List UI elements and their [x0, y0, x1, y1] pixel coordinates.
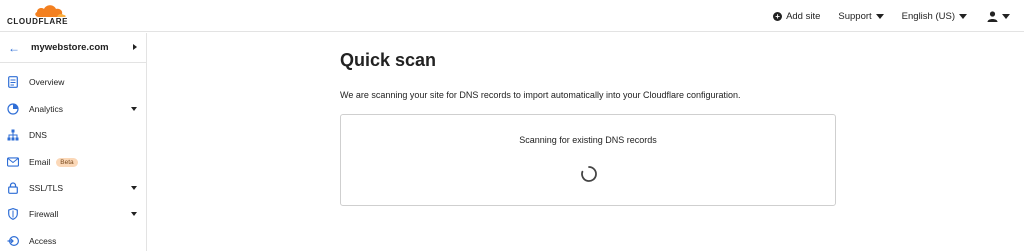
chevron-down-icon [131, 186, 137, 190]
add-site-label: Add site [786, 10, 821, 22]
sidebar-item-firewall[interactable]: Firewall [0, 203, 146, 225]
back-arrow-icon[interactable]: ← [8, 41, 20, 55]
page-title: Quick scan [340, 50, 437, 70]
sidebar: ← mywebstore.com Overview Analytics DNS … [0, 33, 147, 251]
chevron-right-icon[interactable] [133, 44, 137, 50]
page-description: We are scanning your site for DNS record… [340, 90, 741, 100]
user-icon [987, 10, 998, 22]
support-label: Support [838, 10, 872, 22]
top-bar: CLOUDFLARE + Add site Support English (U… [0, 0, 1024, 32]
beta-badge: Beta [56, 157, 78, 167]
language-menu[interactable]: English (US) [902, 11, 967, 22]
network-icon [7, 129, 19, 141]
chevron-down-icon [131, 212, 137, 216]
logo-text: CLOUDFLARE [7, 17, 69, 26]
sidebar-item-label: Email [29, 157, 51, 167]
cloudflare-logo[interactable]: CLOUDFLARE [7, 3, 69, 29]
sidebar-item-overview[interactable]: Overview [0, 71, 146, 93]
add-site-button[interactable]: + Add site [773, 11, 820, 22]
document-icon [7, 76, 19, 88]
email-icon [7, 156, 19, 168]
access-icon [7, 235, 19, 247]
language-label: English (US) [901, 10, 955, 22]
chevron-down-icon [131, 107, 137, 111]
sidebar-item-label: Overview [29, 77, 65, 87]
sidebar-item-label: Firewall [29, 209, 59, 219]
main-content: Quick scan We are scanning your site for… [340, 50, 836, 206]
scan-status-text: Scanning for existing DNS records [519, 135, 657, 145]
chevron-down-icon [875, 13, 884, 19]
sidebar-item-label: DNS [29, 130, 47, 140]
sidebar-item-access[interactable]: Access [0, 230, 146, 251]
site-selector[interactable]: ← mywebstore.com [0, 33, 146, 63]
support-menu[interactable]: Support [838, 10, 884, 22]
top-actions: + Add site Support English (US) [755, 0, 1010, 32]
site-name: mywebstore.com [31, 42, 109, 53]
sidebar-item-label: Access [29, 236, 57, 246]
sidebar-item-label: Analytics [29, 104, 64, 114]
plus-circle-icon: + [773, 11, 783, 21]
pie-chart-icon [7, 103, 19, 115]
loading-spinner-icon [581, 166, 597, 182]
sidebar-item-ssl-tls[interactable]: SSL/TLS [0, 177, 146, 199]
shield-icon [7, 208, 19, 220]
chevron-down-icon [959, 13, 967, 19]
sidebar-item-analytics[interactable]: Analytics [0, 98, 146, 120]
scan-status-card: Scanning for existing DNS records [340, 114, 836, 206]
sidebar-item-label: SSL/TLS [29, 183, 64, 193]
user-menu[interactable] [987, 10, 1010, 22]
lock-icon [7, 182, 19, 194]
chevron-down-icon [1002, 13, 1010, 19]
sidebar-item-email[interactable]: Email Beta [0, 151, 146, 173]
sidebar-item-dns[interactable]: DNS [0, 124, 146, 146]
